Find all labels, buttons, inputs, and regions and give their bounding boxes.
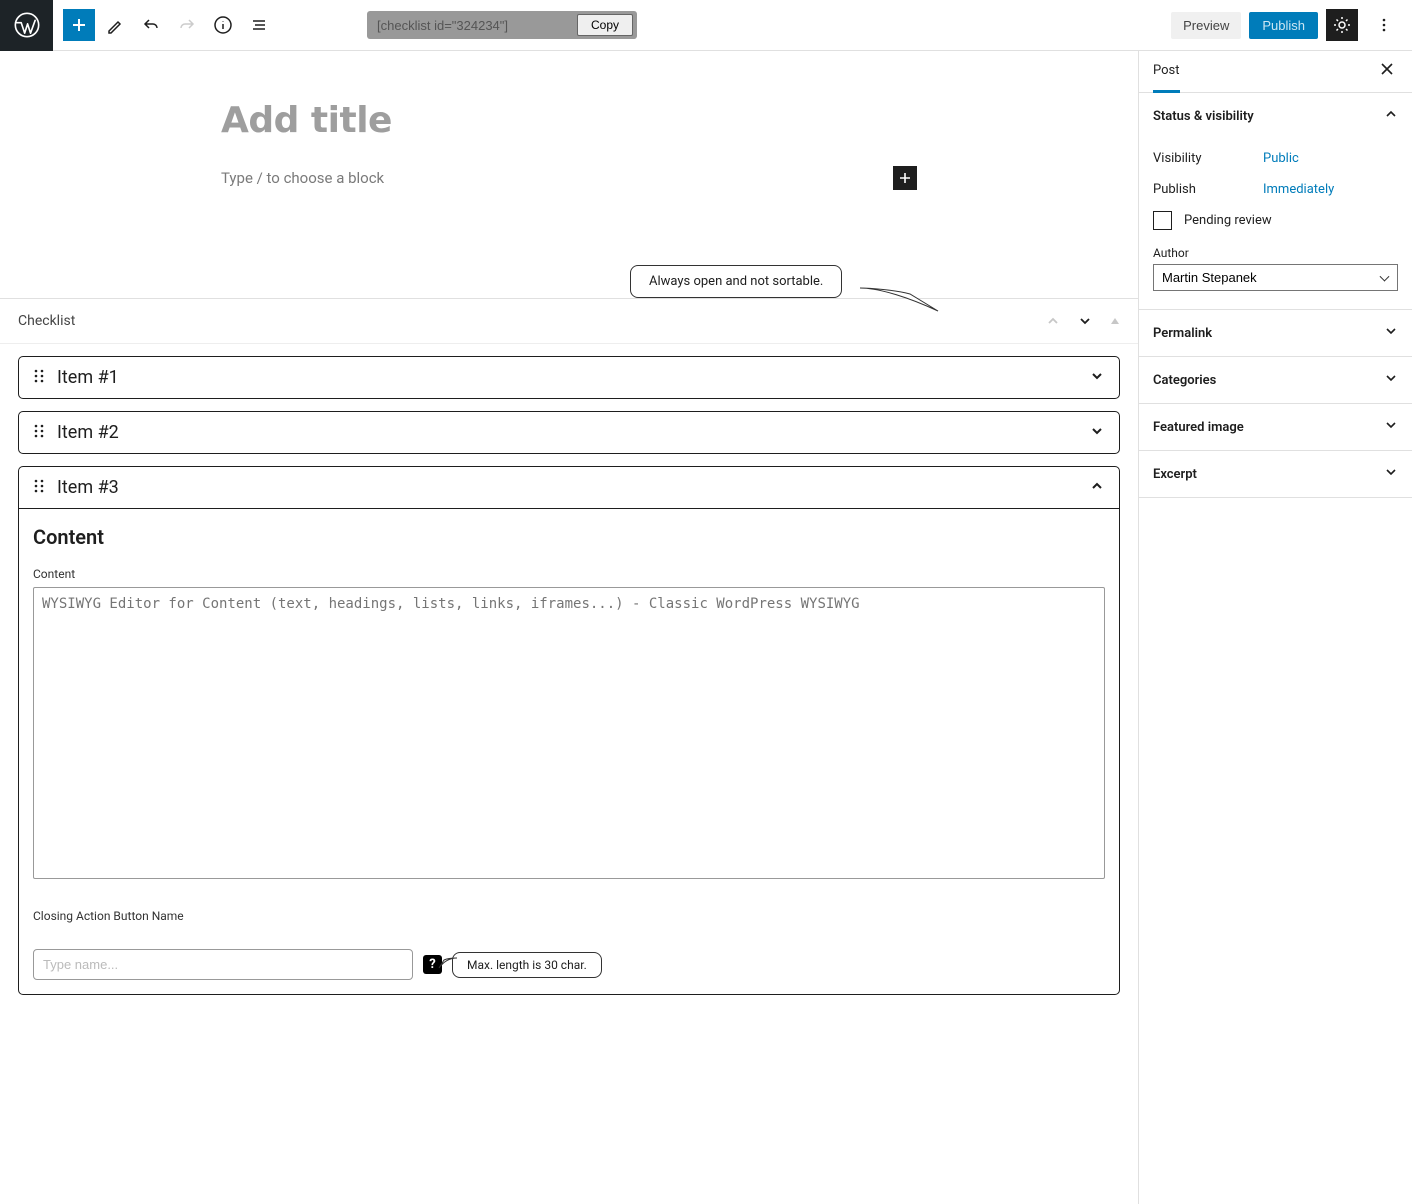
checklist-item[interactable]: Item #2: [18, 411, 1120, 454]
chevron-down-icon: [1384, 465, 1398, 483]
panel-categories: Categories: [1139, 357, 1412, 404]
more-menu-button[interactable]: [1368, 9, 1400, 41]
settings-button[interactable]: [1326, 9, 1358, 41]
checklist-label: Checklist: [18, 313, 75, 329]
annotation-callout: Always open and not sortable.: [630, 265, 842, 298]
content-wysiwyg[interactable]: [33, 587, 1105, 879]
checklist-metabox: Always open and not sortable. Checklist …: [0, 298, 1138, 1015]
triangle-up-icon: [1110, 316, 1120, 326]
panel-header[interactable]: Featured image: [1139, 404, 1412, 450]
settings-sidebar: Post Status & visibility Visibility Publ…: [1138, 51, 1412, 1204]
chevron-down-icon: [1384, 371, 1398, 389]
shortcode-input[interactable]: [377, 18, 577, 33]
shortcode-field: Copy: [367, 11, 637, 39]
item-label: Item #1: [57, 367, 119, 388]
preview-button[interactable]: Preview: [1171, 12, 1241, 39]
panel-excerpt: Excerpt: [1139, 451, 1412, 498]
add-block-toolbar-button[interactable]: [63, 9, 95, 41]
pending-review-label: Pending review: [1184, 213, 1272, 228]
item-label: Item #3: [57, 477, 119, 498]
visibility-label: Visibility: [1153, 151, 1263, 166]
add-block-inline-button[interactable]: [893, 166, 917, 190]
callout-text: Max. length is 30 char.: [452, 952, 602, 978]
panel-title: Categories: [1153, 373, 1216, 388]
closing-action-button-name-input[interactable]: [33, 949, 413, 980]
panel-title: Permalink: [1153, 326, 1212, 341]
panel-featured-image: Featured image: [1139, 404, 1412, 451]
panel-title: Status & visibility: [1153, 109, 1254, 124]
annotation-callout: Max. length is 30 char.: [452, 952, 602, 978]
panel-title: Featured image: [1153, 420, 1244, 435]
publish-label: Publish: [1153, 182, 1263, 197]
panel-header[interactable]: Excerpt: [1139, 451, 1412, 497]
drag-handle-icon[interactable]: [33, 478, 45, 498]
chevron-down-icon: [1384, 324, 1398, 342]
chevron-up-icon: [1046, 314, 1060, 328]
copy-button[interactable]: Copy: [577, 14, 633, 36]
chevron-up-icon: [1089, 478, 1105, 498]
panel-header[interactable]: Categories: [1139, 357, 1412, 403]
visibility-value[interactable]: Public: [1263, 151, 1299, 166]
chevron-down-icon[interactable]: [1078, 314, 1092, 328]
drag-handle-icon[interactable]: [33, 423, 45, 443]
wordpress-logo[interactable]: [0, 0, 53, 51]
chevron-down-icon: [1384, 418, 1398, 436]
tab-post[interactable]: Post: [1153, 51, 1180, 93]
drag-handle-icon[interactable]: [33, 368, 45, 388]
panel-permalink: Permalink: [1139, 310, 1412, 357]
content-heading: Content: [33, 525, 1105, 549]
author-label: Author: [1153, 246, 1398, 260]
chevron-down-icon: [1089, 368, 1105, 388]
chevron-up-icon: [1384, 107, 1398, 125]
checklist-item[interactable]: Item #3: [18, 466, 1120, 509]
panel-status-visibility: Status & visibility Visibility Public Pu…: [1139, 93, 1412, 310]
sidebar-tabs: Post: [1139, 51, 1412, 93]
panel-title: Excerpt: [1153, 467, 1197, 482]
panel-header[interactable]: Permalink: [1139, 310, 1412, 356]
outline-icon[interactable]: [243, 9, 275, 41]
callout-text: Always open and not sortable.: [630, 265, 842, 298]
edit-icon[interactable]: [99, 9, 131, 41]
close-sidebar-button[interactable]: [1376, 58, 1398, 85]
editor-canvas: Add title Type / to choose a block: [0, 51, 1138, 214]
redo-button: [171, 9, 203, 41]
checklist-header[interactable]: Checklist: [0, 299, 1138, 344]
author-select[interactable]: Martin Stepanek: [1153, 264, 1398, 291]
top-toolbar: Copy Preview Publish: [0, 0, 1412, 51]
info-icon[interactable]: [207, 9, 239, 41]
item-label: Item #2: [57, 422, 119, 443]
undo-button[interactable]: [135, 9, 167, 41]
checklist-item[interactable]: Item #1: [18, 356, 1120, 399]
publish-value[interactable]: Immediately: [1263, 182, 1334, 197]
chevron-down-icon: [1089, 423, 1105, 443]
pending-review-checkbox[interactable]: [1153, 211, 1172, 230]
content-field-label: Content: [33, 567, 1105, 581]
checklist-item-panel: Content Content Closing Action Button Na…: [18, 509, 1120, 995]
post-title-input[interactable]: Add title: [221, 99, 917, 142]
panel-header[interactable]: Status & visibility: [1139, 93, 1412, 139]
block-placeholder[interactable]: Type / to choose a block: [221, 169, 384, 187]
publish-button[interactable]: Publish: [1249, 12, 1318, 39]
cabn-field-label: Closing Action Button Name: [33, 909, 1105, 923]
